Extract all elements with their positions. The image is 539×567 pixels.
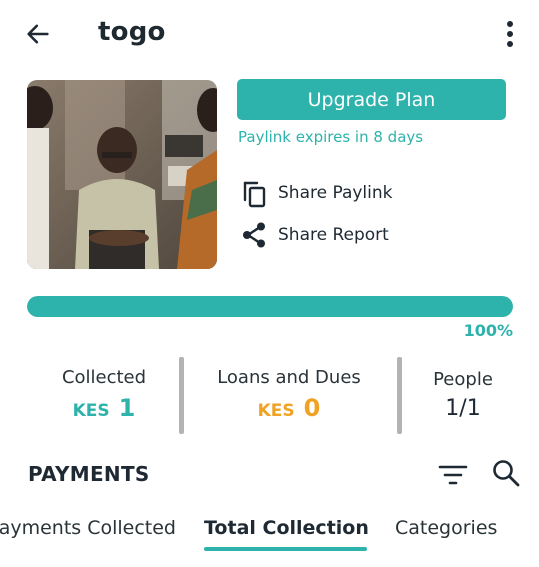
progress-percent: 100% [463,321,513,340]
stat-people: People 1/1 [410,369,516,421]
page-title: togo [98,17,166,47]
loans-currency: KES [257,401,295,421]
filter-button[interactable] [437,460,469,490]
share-report-button[interactable]: Share Report [239,218,389,252]
tab-payments-collected[interactable]: Payments Collected [0,517,176,539]
more-options-button[interactable] [496,16,524,52]
people-count: 1/1 [445,396,481,421]
share-report-label: Share Report [278,225,389,245]
filter-icon [438,465,468,485]
payments-tabs: Payments Collected Total Collection Cate… [0,510,539,567]
people-label: People [433,369,493,390]
collected-amount: 1 [118,394,136,422]
collected-currency: KES [72,401,110,421]
share-paylink-button[interactable]: Share Paylink [239,176,393,210]
payments-section-title: PAYMENTS [28,462,150,486]
collection-progress-bar [27,296,513,317]
stat-collected: Collected KES 1 [38,367,170,422]
collected-label: Collected [61,367,147,388]
stat-divider [179,357,184,434]
arrow-left-icon [27,24,49,44]
people-value: 1/1 [410,396,516,421]
stat-divider [397,357,402,434]
share-icon [239,218,269,252]
copy-icon [239,176,269,210]
app-bar: togo [0,0,539,68]
search-button[interactable] [490,457,522,489]
collected-value: KES 1 [38,394,170,422]
paylink-expiry-text: Paylink expires in 8 days [238,128,424,146]
loans-value: KES 0 [196,394,382,422]
tab-total-collection[interactable]: Total Collection [204,517,369,539]
paylink-cover-image [27,80,217,269]
upgrade-plan-button[interactable]: Upgrade Plan [237,79,506,120]
search-icon [493,460,520,487]
loans-amount: 0 [303,394,321,422]
more-vertical-icon [507,21,513,47]
back-button[interactable] [22,18,54,50]
tab-payments-collected-label: Payments Collected [0,517,176,539]
share-paylink-label: Share Paylink [278,183,393,203]
progress-fill [27,296,513,317]
stat-loans-and-dues: Loans and Dues KES 0 [196,367,382,422]
tab-categories[interactable]: Categories [395,517,497,539]
loans-label: Loans and Dues [217,367,361,388]
active-tab-indicator [204,547,367,551]
